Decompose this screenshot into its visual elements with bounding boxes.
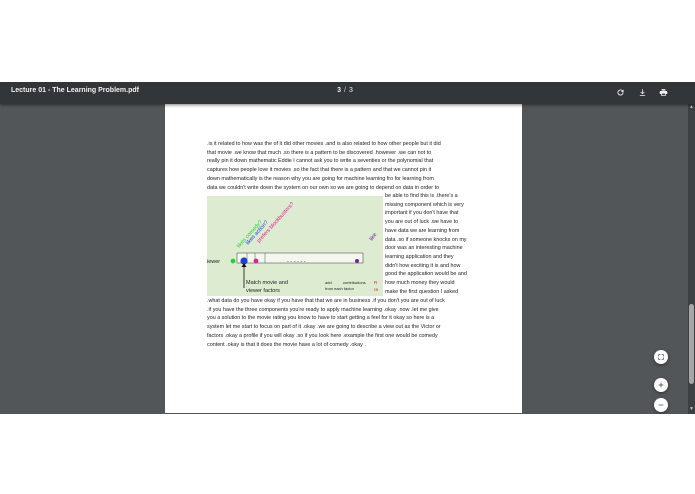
figure-viewer-factors: iewer - - - - - - likes comedy? likes ac… bbox=[207, 196, 383, 296]
scroll-up-arrow-icon[interactable]: ▲ bbox=[689, 105, 694, 110]
text-line: have data we are learning from bbox=[385, 227, 460, 234]
text-line: learning application and they bbox=[385, 253, 454, 260]
text-line: down mathematically is the reason why yo… bbox=[207, 175, 434, 182]
rotate-button[interactable] bbox=[614, 86, 627, 99]
text-line: good the application would be and bbox=[385, 271, 467, 278]
text-line: you a solution to the movie rating you k… bbox=[207, 315, 435, 322]
marker-bottom: ra bbox=[374, 287, 378, 292]
text-line: .if you have the three components you're… bbox=[207, 306, 439, 313]
zoom-out-icon bbox=[658, 404, 664, 406]
match-label-line1: Match movie and bbox=[246, 280, 288, 286]
text-line: captures how people love it movies .so t… bbox=[207, 167, 432, 174]
text-line: didn't how exciting it is and how bbox=[385, 262, 461, 269]
fit-to-page-icon bbox=[658, 354, 664, 360]
current-page-input[interactable]: 3 bbox=[337, 87, 341, 94]
paragraph-top: .is it related to how was the of it did … bbox=[207, 140, 507, 192]
text-line: make the first question I asked bbox=[385, 288, 459, 295]
page-indicator: 3/3 bbox=[320, 87, 370, 94]
document-title: Lecture 01 - The Learning Problem.pdf bbox=[11, 87, 139, 94]
zoom-out-button[interactable] bbox=[654, 398, 668, 412]
marker-top: R bbox=[374, 280, 378, 285]
contributions-label: contributions bbox=[343, 280, 366, 285]
text-line: data .so if someone knocks on my bbox=[385, 236, 467, 243]
scrollbar-thumb[interactable] bbox=[689, 304, 694, 384]
text-line: .is it related to how was the of it did … bbox=[207, 141, 441, 147]
print-button[interactable] bbox=[657, 86, 670, 99]
likes-clipped-label: like bbox=[369, 232, 379, 242]
paragraph-side: be able to find this is .there's a missin… bbox=[385, 192, 507, 296]
zoom-in-icon bbox=[658, 382, 664, 388]
pdf-page: .is it related to how was the of it did … bbox=[165, 104, 522, 413]
blockbuster-factor-dot bbox=[253, 258, 259, 264]
text-line: important if you don't have that bbox=[385, 210, 459, 217]
zoom-in-button[interactable] bbox=[654, 378, 668, 392]
figure-diagram: iewer - - - - - - likes comedy? likes ac… bbox=[207, 201, 379, 294]
scroll-down-arrow-icon[interactable]: ▼ bbox=[689, 407, 694, 412]
pdf-toolbar: Lecture 01 - The Learning Problem.pdf 3/… bbox=[0, 82, 695, 104]
text-line: missing component which is very bbox=[385, 201, 464, 208]
total-pages: 3 bbox=[348, 87, 353, 94]
page-separator: / bbox=[344, 87, 346, 94]
text-line: .what data do you have okay if you have … bbox=[207, 298, 445, 304]
download-icon bbox=[639, 89, 646, 96]
from-each-factor-label: from each factor bbox=[325, 286, 355, 291]
text-line: really pin it down mathematic Eddie I ca… bbox=[207, 158, 434, 165]
download-button[interactable] bbox=[636, 86, 649, 99]
print-icon bbox=[659, 89, 668, 96]
text-line: that movie .we know that much .so there … bbox=[207, 149, 432, 156]
text-line: be able to find this is .there's a bbox=[385, 193, 458, 199]
vector-dashes: - - - - - - bbox=[287, 259, 306, 265]
text-line: how much money they would bbox=[385, 280, 455, 287]
text-line: content .okay is that it does the movie … bbox=[207, 341, 366, 348]
document-scroll-area[interactable]: .is it related to how was the of it did … bbox=[0, 104, 695, 414]
text-line: data we couldn't write down the system o… bbox=[207, 184, 440, 191]
paragraph-bottom: .what data do you have okay if you have … bbox=[207, 297, 507, 349]
fit-to-page-button[interactable] bbox=[654, 350, 668, 364]
text-line: door was an interesting machine bbox=[385, 245, 463, 252]
viewer-label: iewer bbox=[207, 259, 220, 265]
comedy-factor-dot bbox=[230, 258, 236, 264]
text-line: you are out of luck .we have to bbox=[385, 219, 459, 226]
vertical-scrollbar[interactable]: ▲ ▼ bbox=[688, 104, 695, 414]
text-line: system let me start to focus on part of … bbox=[207, 324, 441, 331]
last-factor-dot bbox=[355, 259, 359, 263]
rotate-icon bbox=[617, 89, 624, 96]
match-label-line2: viewer factors bbox=[246, 288, 280, 294]
add-label: add bbox=[325, 280, 332, 285]
text-line: factors .okay a profile if you will okay… bbox=[207, 332, 438, 339]
pdf-viewer: Lecture 01 - The Learning Problem.pdf 3/… bbox=[0, 82, 695, 414]
